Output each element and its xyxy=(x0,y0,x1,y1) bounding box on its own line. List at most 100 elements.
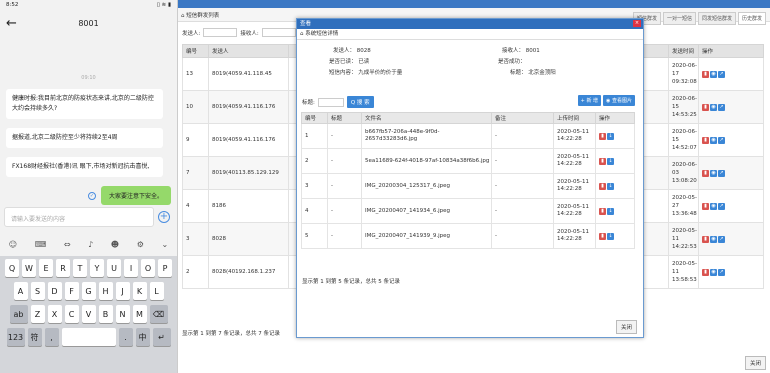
share-icon[interactable]: ↗ xyxy=(718,202,725,210)
view-icon[interactable]: ◉ xyxy=(710,268,717,276)
plus-icon[interactable]: + xyxy=(158,211,170,223)
search-input[interactable] xyxy=(317,97,344,107)
delete-icon[interactable]: ▮ xyxy=(599,207,606,215)
delete-icon[interactable]: ▮ xyxy=(599,232,606,240)
row-note: - xyxy=(491,148,554,174)
row-id: 10 xyxy=(182,90,209,124)
row-ops: ▮ ↓ xyxy=(595,123,635,149)
delete-icon[interactable]: ▮ xyxy=(702,268,709,276)
settings-icon[interactable]: ⚙ xyxy=(137,240,144,249)
delete-icon[interactable]: ▮ xyxy=(599,182,606,190)
delete-icon[interactable]: ▮ xyxy=(702,169,709,177)
view-icon[interactable]: ◉ xyxy=(710,103,717,111)
numbers-key[interactable]: 123 xyxy=(6,328,25,346)
key-u[interactable]: U xyxy=(107,259,121,277)
view-icon[interactable]: ◉ xyxy=(710,202,717,210)
cursor-move-icon[interactable]: ⇔ xyxy=(64,240,71,249)
key-m[interactable]: M xyxy=(132,305,147,323)
mic-icon[interactable]: ♪ xyxy=(88,240,93,249)
share-icon[interactable]: ↗ xyxy=(718,268,725,276)
share-icon[interactable]: ↗ xyxy=(718,136,725,144)
delete-icon[interactable]: ▮ xyxy=(702,235,709,243)
key-l[interactable]: L xyxy=(149,282,164,300)
tab-history[interactable]: 历史群发 xyxy=(737,12,766,25)
delete-key[interactable]: ⌫ xyxy=(149,305,168,323)
row-id: 9 xyxy=(182,123,209,157)
shift-key[interactable]: ab xyxy=(9,305,28,323)
symbols-key[interactable]: 符 xyxy=(27,328,42,346)
key-g[interactable]: G xyxy=(81,282,96,300)
view-icon[interactable]: ◉ xyxy=(710,235,717,243)
emoji-icon[interactable]: ☺ xyxy=(9,240,17,249)
download-icon[interactable]: ↓ xyxy=(607,182,614,190)
key-c[interactable]: C xyxy=(64,305,79,323)
key-s[interactable]: S xyxy=(30,282,45,300)
key-e[interactable]: E xyxy=(39,259,53,277)
collapse-keyboard-icon[interactable]: ⌄ xyxy=(161,240,168,249)
download-icon[interactable]: ↓ xyxy=(607,132,614,140)
message-input[interactable]: 请输入要发送的内容 xyxy=(4,207,154,227)
key-a[interactable]: A xyxy=(13,282,28,300)
view-images-button[interactable]: ◉ 查看图片 xyxy=(603,95,635,106)
key-w[interactable]: W xyxy=(22,259,36,277)
row-time: 2020-05-27 13:36:48 xyxy=(668,189,699,223)
key-k[interactable]: K xyxy=(132,282,147,300)
download-icon[interactable]: ↓ xyxy=(607,232,614,240)
delete-icon[interactable]: ▮ xyxy=(702,202,709,210)
sender-label: 发送人： xyxy=(333,48,356,54)
key-p[interactable]: P xyxy=(158,259,172,277)
view-icon[interactable]: ◉ xyxy=(710,70,717,78)
delete-icon[interactable]: ▮ xyxy=(599,157,606,165)
share-icon[interactable]: ↗ xyxy=(718,103,725,111)
key-h[interactable]: H xyxy=(98,282,113,300)
key-z[interactable]: Z xyxy=(30,305,45,323)
download-icon[interactable]: ↓ xyxy=(607,207,614,215)
key-o[interactable]: O xyxy=(141,259,155,277)
tab-same-broadcast[interactable]: 同发短信群发 xyxy=(697,12,736,25)
keyboard-icon[interactable]: ⌨ xyxy=(35,240,47,249)
delete-icon[interactable]: ▮ xyxy=(702,70,709,78)
view-icon[interactable]: ◉ xyxy=(710,169,717,177)
key-i[interactable]: I xyxy=(124,259,138,277)
space-key[interactable] xyxy=(61,328,116,346)
key-t[interactable]: T xyxy=(73,259,87,277)
key-x[interactable]: X xyxy=(47,305,62,323)
key-r[interactable]: R xyxy=(56,259,70,277)
key-y[interactable]: Y xyxy=(90,259,104,277)
key-b[interactable]: B xyxy=(98,305,113,323)
tab-one-to-one[interactable]: 一对一短信 xyxy=(662,12,696,25)
share-icon[interactable]: ↗ xyxy=(718,235,725,243)
key-v[interactable]: V xyxy=(81,305,96,323)
view-icon[interactable]: ◉ xyxy=(710,136,717,144)
title-value: 北京金顶阳 xyxy=(528,70,556,76)
row-sender: 8186 xyxy=(208,189,289,223)
key-q[interactable]: Q xyxy=(5,259,19,277)
language-key[interactable]: 中 xyxy=(135,328,150,346)
smiley-icon[interactable]: ☻ xyxy=(111,240,119,249)
filter-bar: 发送人: 接收人: xyxy=(182,28,296,37)
modal-close-button[interactable]: 关闭 xyxy=(615,320,637,334)
enter-key[interactable]: ↵ xyxy=(152,328,171,346)
row-time: 2020-06-17 09:32:08 xyxy=(668,57,699,91)
close-icon[interactable]: × xyxy=(633,20,641,27)
receiver-filter-input[interactable] xyxy=(261,28,296,37)
delete-icon[interactable]: ▮ xyxy=(702,136,709,144)
close-button[interactable]: 关闭 xyxy=(744,356,766,370)
share-icon[interactable]: ↗ xyxy=(718,169,725,177)
download-icon[interactable]: ↓ xyxy=(607,157,614,165)
delete-icon[interactable]: ▮ xyxy=(599,132,606,140)
share-icon[interactable]: ↗ xyxy=(718,70,725,78)
row-title: - xyxy=(327,198,362,224)
sender-filter-input[interactable] xyxy=(203,28,238,37)
key-j[interactable]: J xyxy=(115,282,130,300)
add-button[interactable]: + 新 增 xyxy=(577,95,602,106)
chat-timestamp: 09:10 xyxy=(81,75,96,81)
key-n[interactable]: N xyxy=(115,305,130,323)
search-button[interactable]: Q 搜 索 xyxy=(346,96,374,108)
read-value: 已读 xyxy=(358,59,370,65)
key-d[interactable]: D xyxy=(47,282,62,300)
period-key[interactable]: . xyxy=(118,328,133,346)
key-f[interactable]: F xyxy=(64,282,79,300)
comma-key[interactable]: , xyxy=(44,328,59,346)
delete-icon[interactable]: ▮ xyxy=(702,103,709,111)
